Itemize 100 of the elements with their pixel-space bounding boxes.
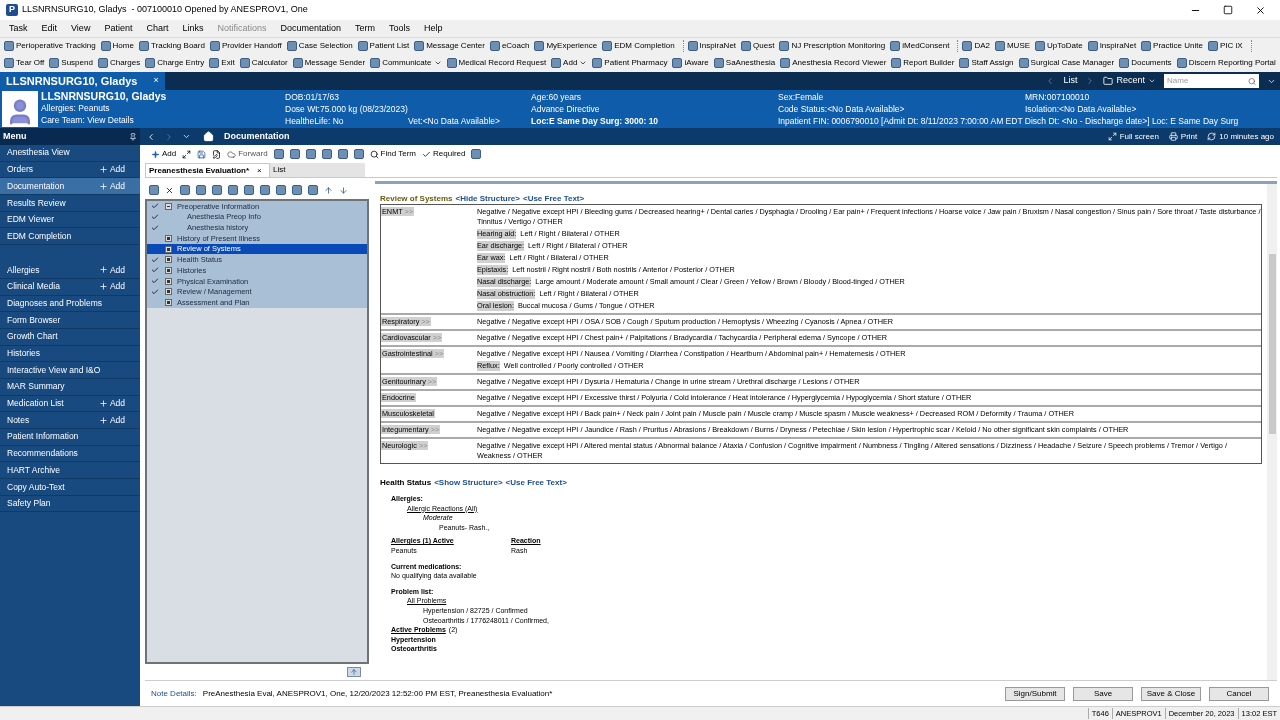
toolbar-button[interactable]: Practice Unite: [1141, 40, 1203, 52]
toolbar-button[interactable]: Charges: [97, 56, 141, 69]
search-input[interactable]: Name: [1167, 75, 1248, 87]
menu-item[interactable]: Tools: [389, 21, 411, 36]
menu-item[interactable]: Help: [424, 21, 443, 36]
menu-label[interactable]: Menu: [3, 129, 27, 144]
toolbar-button[interactable]: Medical Record Request: [446, 56, 547, 69]
print-button[interactable]: Print: [1168, 130, 1198, 143]
pin-icon[interactable]: [129, 132, 137, 141]
toolbar-button[interactable]: Charge Entry: [145, 56, 205, 69]
menu-item[interactable]: Links: [182, 21, 204, 36]
section-link[interactable]: <Use Free Text>: [522, 194, 585, 204]
toolbar-button[interactable]: UpToDate: [1035, 40, 1083, 52]
toolbar-button[interactable]: Communicate: [370, 56, 442, 69]
app-icon: [145, 57, 156, 68]
move-up-icon[interactable]: [324, 185, 333, 195]
close-icon[interactable]: [1255, 4, 1266, 16]
toolbar-button[interactable]: Case Selection: [286, 40, 353, 52]
toolbar-button[interactable]: iAware: [672, 56, 709, 69]
document-tab[interactable]: Preanesthesia Evaluation* ×: [145, 163, 270, 177]
toolbar-button[interactable]: InspiraNet: [687, 40, 737, 52]
toolbar-button[interactable]: Surgical Case Manager: [1018, 56, 1115, 69]
toolbar-button[interactable]: iMedConsent: [890, 40, 950, 52]
search-field[interactable]: Name: [1164, 74, 1259, 88]
menu-item[interactable]: Patient: [104, 21, 133, 36]
menu-item[interactable]: Task: [9, 21, 28, 36]
toolbar-button[interactable]: Message Sender: [292, 56, 366, 69]
care-team-link[interactable]: Care Team: View Details: [41, 114, 285, 126]
toolbar-button[interactable]: Report Builder: [891, 56, 955, 69]
menu-item[interactable]: View: [71, 21, 91, 36]
section-link[interactable]: <Use Free Text>: [505, 478, 567, 488]
sidebar-item[interactable]: Documentation Add: [0, 178, 140, 196]
home-icon[interactable]: [203, 131, 214, 142]
toolbar-button[interactable]: Calculator: [239, 56, 288, 69]
dropdown-icon[interactable]: [182, 132, 191, 141]
toolbar-button[interactable]: Perioperative Tracking: [4, 40, 96, 52]
collapse-icon[interactable]: [165, 202, 172, 210]
maximize-icon[interactable]: [1223, 4, 1233, 15]
toolbar-button[interactable]: Patient Pharmacy: [592, 56, 668, 69]
recent-button[interactable]: Recent: [1103, 74, 1156, 88]
toolbar-button[interactable]: DA2: [962, 40, 990, 52]
add-button[interactable]: Add: [151, 148, 177, 160]
toolbar-button[interactable]: Provider Handoff: [209, 40, 282, 52]
toolbar-button[interactable]: eCoach: [489, 40, 530, 52]
scrollbar[interactable]: [1267, 184, 1277, 680]
toolbar-button[interactable]: EDM Completion: [602, 40, 675, 52]
toolbar-button[interactable]: MyExperience: [534, 40, 598, 52]
find-term-button[interactable]: Find Term: [369, 148, 416, 160]
add-link[interactable]: Add: [98, 179, 133, 193]
back-icon[interactable]: [146, 131, 156, 142]
list-link[interactable]: List: [1063, 74, 1078, 88]
document-tab[interactable]: List: [270, 163, 365, 177]
toolbar-button[interactable]: Tracking Board: [138, 40, 205, 52]
move-down-icon[interactable]: [339, 185, 348, 195]
toolbar-button[interactable]: Add: [551, 56, 588, 69]
toolbar-button[interactable]: Message Center: [414, 40, 485, 52]
action-button[interactable]: Sign/Submit: [1005, 686, 1065, 701]
expand-icon[interactable]: [182, 149, 192, 159]
toolbar-button[interactable]: Exit: [209, 56, 235, 69]
action-button[interactable]: Save: [1073, 686, 1133, 701]
toolbar-button[interactable]: Quest: [741, 40, 775, 52]
menu-item[interactable]: Term: [355, 21, 376, 36]
section-link[interactable]: <Hide Structure>: [455, 194, 520, 204]
edit-icon[interactable]: [212, 149, 222, 159]
patient-tab[interactable]: LLSNRNSURG10, Gladys ×: [0, 72, 165, 90]
toolbar-button[interactable]: SaAnesthesia: [713, 56, 776, 69]
delete-icon[interactable]: [165, 185, 174, 195]
section-link[interactable]: <Show Structure>: [434, 478, 503, 488]
sidebar-label: EDM Completion: [7, 229, 72, 243]
menu-item[interactable]: Chart: [146, 21, 169, 36]
add-link[interactable]: Add: [98, 163, 133, 176]
action-button[interactable]: Cancel: [1209, 686, 1269, 701]
refresh-button[interactable]: 10 minutes ago: [1207, 130, 1274, 143]
healthelife-text: HealtheLife: No: [285, 115, 345, 127]
forward-button[interactable]: Forward: [227, 148, 268, 160]
full-screen-button[interactable]: Full screen: [1107, 130, 1159, 143]
toolbar-button[interactable]: Tear Off: [4, 56, 45, 69]
save-icon[interactable]: [197, 149, 207, 159]
toolbar-button[interactable]: Discern Reporting Portal: [1176, 56, 1276, 69]
close-tab-button[interactable]: ×: [257, 164, 262, 177]
toolbar-button[interactable]: InspiraNet: [1087, 40, 1137, 52]
toolbar-button[interactable]: Anesthesia Record Viewer: [780, 56, 887, 69]
toolbar-button[interactable]: Patient List: [357, 40, 410, 52]
add-link[interactable]: Add: [98, 397, 133, 410]
required-button[interactable]: Required: [422, 148, 466, 160]
add-link[interactable]: Add: [98, 263, 133, 277]
close-tab-button[interactable]: ×: [153, 74, 159, 88]
action-button[interactable]: Save & Close: [1141, 686, 1201, 701]
menu-item[interactable]: Documentation: [280, 21, 342, 36]
toolbar-button[interactable]: Home: [100, 40, 134, 52]
toolbar-button[interactable]: Suspend: [49, 56, 93, 69]
toolbar-button[interactable]: NJ Prescription Monitoring: [779, 40, 886, 52]
add-link[interactable]: Add: [98, 280, 133, 294]
toolbar-button[interactable]: Staff Assign: [959, 56, 1014, 69]
toolbar-button[interactable]: PIC iX: [1207, 40, 1243, 52]
add-link[interactable]: Add: [98, 413, 133, 427]
sidebar-label: Orders: [7, 163, 33, 176]
toolbar-button[interactable]: MUSE: [994, 40, 1031, 52]
menu-item[interactable]: Edit: [41, 21, 58, 36]
toolbar-button[interactable]: Documents: [1119, 56, 1172, 69]
